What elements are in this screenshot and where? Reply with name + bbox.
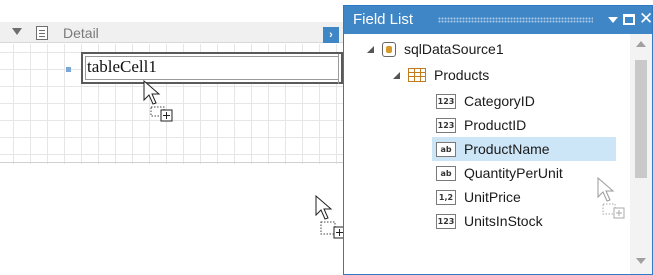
field-label: CategoryID [464, 93, 535, 109]
table-icon [408, 68, 426, 82]
band-detail-icon [36, 26, 48, 40]
database-icon [382, 41, 396, 57]
expand-toggle-icon[interactable] [393, 71, 400, 79]
band-label: Detail [63, 25, 99, 41]
tree-node-table[interactable]: Products [393, 63, 489, 87]
field-label: ProductID [464, 117, 527, 133]
tree-node-field[interactable]: 123 ProductID [436, 113, 526, 137]
table-cell-divider [338, 54, 339, 84]
numeric-field-icon: 123 [436, 117, 456, 133]
table-label: Products [434, 67, 490, 83]
drag-copy-cursor-icon [143, 80, 173, 122]
band-divider [0, 162, 343, 163]
field-list-panel[interactable]: Field List ✕ sqlDataSource1 Products 123… [343, 5, 653, 275]
maximize-icon[interactable] [623, 14, 635, 25]
drag-grip[interactable] [438, 17, 593, 23]
string-field-icon: ab [436, 165, 456, 181]
numeric-field-icon: 123 [436, 213, 456, 229]
panel-title: Field List [353, 11, 414, 28]
report-designer-surface[interactable]: Detail › tableCell1 [0, 0, 353, 275]
detail-band-header[interactable]: Detail › [0, 22, 343, 43]
selection-handle[interactable] [66, 67, 71, 72]
field-label: UnitPrice [464, 189, 521, 205]
dropdown-icon[interactable] [608, 17, 618, 23]
field-label: UnitsInStock [464, 213, 543, 229]
decimal-field-icon: 1,2 [436, 189, 456, 205]
field-tree[interactable]: sqlDataSource1 Products 123 CategoryID 1… [344, 34, 630, 274]
string-field-icon: ab [436, 141, 456, 157]
field-label: QuantityPerUnit [464, 165, 563, 181]
drag-copy-cursor-icon [597, 177, 625, 219]
vertical-scrollbar[interactable] [630, 34, 652, 274]
tree-node-field-selected[interactable]: ab ProductName [432, 137, 616, 161]
chevron-right-icon[interactable]: › [323, 27, 339, 43]
table-cell-label: tableCell1 [87, 57, 157, 76]
expand-toggle-icon[interactable] [367, 45, 374, 53]
triangle-down-icon[interactable] [12, 28, 22, 35]
tree-node-datasource[interactable]: sqlDataSource1 [367, 37, 504, 61]
tree-node-field[interactable]: 123 CategoryID [436, 89, 535, 113]
field-list-titlebar[interactable]: Field List ✕ [344, 6, 653, 34]
scroll-thumb[interactable] [635, 60, 647, 178]
close-icon[interactable]: ✕ [639, 9, 653, 29]
scroll-down-icon[interactable] [636, 258, 646, 264]
datasource-label: sqlDataSource1 [404, 41, 504, 57]
tree-node-field[interactable]: 1,2 UnitPrice [436, 185, 521, 209]
table-cell[interactable]: tableCell1 [81, 52, 343, 84]
scroll-up-icon[interactable] [636, 41, 646, 47]
tree-node-field[interactable]: 123 UnitsInStock [436, 209, 543, 233]
field-label: ProductName [464, 141, 550, 157]
tree-node-field[interactable]: ab QuantityPerUnit [436, 161, 563, 185]
numeric-field-icon: 123 [436, 93, 456, 109]
